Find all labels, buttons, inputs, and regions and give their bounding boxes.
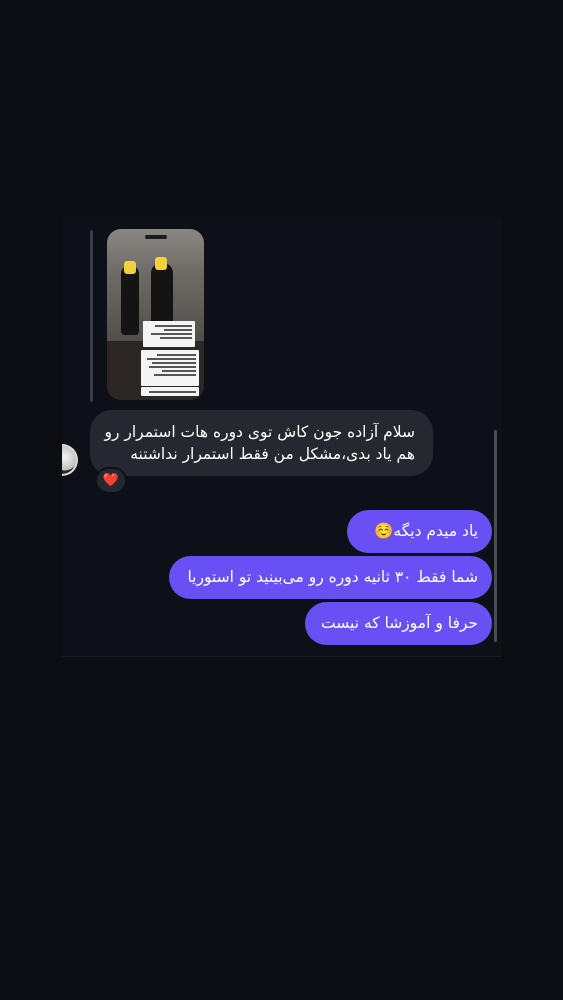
outgoing-message[interactable]: شما فقط ۳۰ ثانیه دوره رو می‌بینید تو است… (169, 556, 492, 599)
outgoing-message-text: شما فقط ۳۰ ثانیه دوره رو می‌بینید تو است… (187, 568, 478, 586)
face-cover-icon (124, 261, 136, 274)
outgoing-message[interactable]: حرفا و آموزشا که نیست (305, 602, 492, 645)
incoming-message-line-1: سلام آزاده جون کاش توی دوره هات استمرار … (104, 423, 415, 441)
story-text-box (141, 387, 199, 396)
heart-reaction-icon[interactable]: ❤️ (95, 467, 127, 494)
outgoing-message[interactable]: یاد میدم دیگه☺️ (347, 510, 492, 553)
incoming-message[interactable]: سلام آزاده جون کاش توی دوره هات استمرار … (90, 410, 433, 476)
story-text-box (143, 321, 195, 347)
face-cover-icon (155, 257, 167, 270)
reply-indicator-line (90, 230, 93, 402)
phone-notch (145, 235, 167, 239)
outgoing-message-text: یاد میدم دیگه (393, 522, 478, 540)
smile-emoji-icon: ☺️ (374, 522, 394, 540)
outgoing-message-text: حرفا و آموزشا که نیست (321, 614, 478, 632)
story-text-box (141, 350, 199, 386)
incoming-message-line-2: هم یاد بدی،مشکل من فقط استمرار نداشتنه (130, 445, 415, 463)
person-figure (121, 265, 139, 335)
scrollbar[interactable] (494, 430, 497, 642)
story-thumbnail[interactable] (107, 229, 204, 400)
